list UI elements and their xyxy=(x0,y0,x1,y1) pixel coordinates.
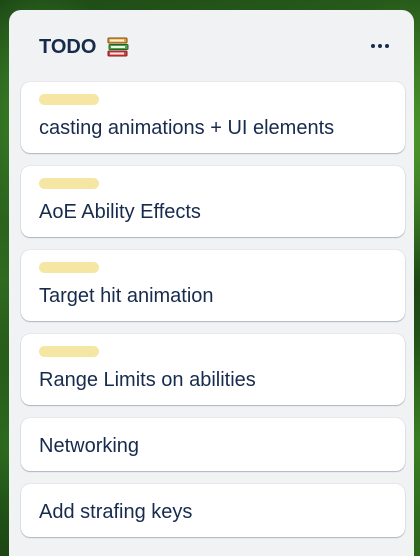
card-label-yellow[interactable] xyxy=(39,178,99,189)
card-label-yellow[interactable] xyxy=(39,262,99,273)
more-horizontal-icon xyxy=(371,44,375,48)
list-title[interactable]: TODO xyxy=(39,35,96,59)
card-casting-animations[interactable]: casting animations + UI elements xyxy=(21,82,405,153)
list-header: TODO xyxy=(9,10,414,80)
card-title: AoE Ability Effects xyxy=(39,201,201,223)
card-title: Add strafing keys xyxy=(39,501,193,523)
card-label-yellow[interactable] xyxy=(39,94,99,105)
card-range-limits[interactable]: Range Limits on abilities xyxy=(21,334,405,405)
card-title: Target hit animation xyxy=(39,285,214,307)
card-target-hit-animation[interactable]: Target hit animation xyxy=(21,250,405,321)
card-networking[interactable]: Networking xyxy=(21,418,405,471)
todo-list: TODO casting animations + UI elements Ao… xyxy=(9,10,414,556)
list-menu-button[interactable] xyxy=(364,32,396,60)
card-title: Range Limits on abilities xyxy=(39,369,256,391)
card-add-strafing-keys[interactable]: Add strafing keys xyxy=(21,484,405,537)
card-label-yellow[interactable] xyxy=(39,346,99,357)
card-title: casting animations + UI elements xyxy=(39,117,335,139)
card-aoe-ability-effects[interactable]: AoE Ability Effects xyxy=(21,166,405,237)
card-title: Networking xyxy=(39,435,140,457)
books-icon xyxy=(107,37,129,57)
